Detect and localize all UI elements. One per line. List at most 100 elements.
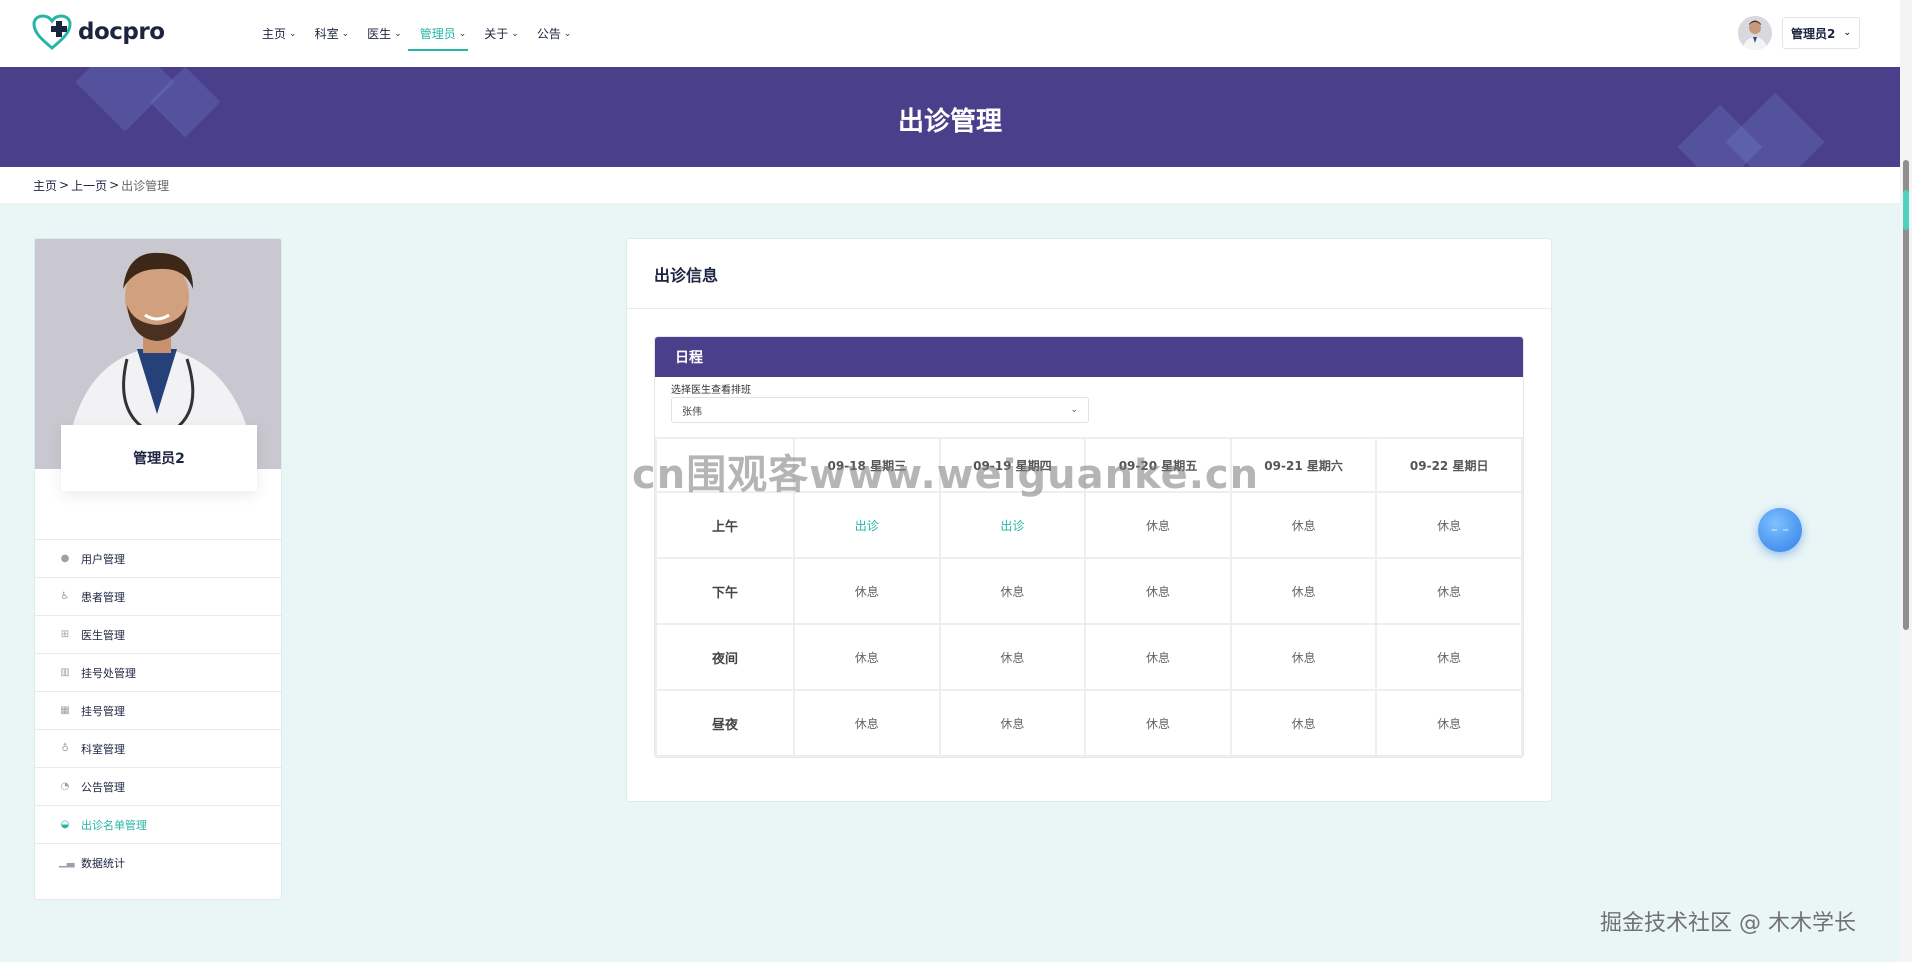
sidebar-item-users[interactable]: ● 用户管理 bbox=[35, 539, 281, 577]
schedule-cell[interactable]: 休息 bbox=[793, 689, 941, 757]
medical-plus-icon: ⊞ bbox=[60, 629, 70, 640]
schedule-cell[interactable]: 休息 bbox=[793, 623, 941, 691]
schedule-row: 昼夜 休息 休息 休息 休息 休息 bbox=[655, 689, 1523, 757]
schedule-corner-cell bbox=[655, 437, 795, 493]
schedule-cell[interactable]: 出诊 bbox=[793, 491, 941, 559]
schedule-date-header: 09-19 星期四 bbox=[938, 437, 1087, 493]
chevron-down-icon: ⌄ bbox=[458, 29, 467, 39]
brand-name: docpro bbox=[78, 19, 165, 45]
schedule-cell[interactable]: 休息 bbox=[1375, 689, 1523, 757]
visit-info-card: 出诊信息 日程 选择医生查看排班 张伟 ⌄ 09-18 星期三 09-19 星期四… bbox=[626, 238, 1552, 802]
breadcrumb-separator: > bbox=[109, 178, 120, 192]
schedule-cell[interactable]: 休息 bbox=[1375, 557, 1523, 625]
doctor-select-dropdown[interactable]: 张伟 ⌄ bbox=[671, 397, 1089, 423]
nav-item-home[interactable]: 主页 ⌄ bbox=[262, 22, 297, 44]
card-title: 出诊信息 bbox=[627, 239, 1551, 309]
sidebar-item-statistics[interactable]: ▁▃ 数据统计 bbox=[35, 843, 281, 881]
breadcrumb: 主页 > 上一页 > 出诊管理 bbox=[0, 167, 1900, 203]
schedule-cell[interactable]: 休息 bbox=[1084, 689, 1232, 757]
schedule-period-label: 夜间 bbox=[655, 623, 795, 691]
schedule-row: 上午 出诊 出诊 休息 休息 休息 bbox=[655, 491, 1523, 559]
sidebar-item-doctors[interactable]: ⊞ 医生管理 bbox=[35, 615, 281, 653]
schedule-period-label: 下午 bbox=[655, 557, 795, 625]
breadcrumb-separator: > bbox=[59, 178, 70, 192]
nav-item-announcements[interactable]: 公告 ⌄ bbox=[537, 22, 572, 44]
sidebar-item-registration-desks[interactable]: ▥ 挂号处管理 bbox=[35, 653, 281, 691]
schedule-row: 下午 休息 休息 休息 休息 休息 bbox=[655, 557, 1523, 625]
stethoscope-icon: ♁ bbox=[61, 743, 69, 754]
schedule-cell[interactable]: 休息 bbox=[1229, 557, 1378, 625]
schedule-date-header: 09-22 星期日 bbox=[1375, 437, 1523, 493]
nav-item-about[interactable]: 关于 ⌄ bbox=[484, 22, 519, 44]
chevron-down-icon: ⌄ bbox=[1070, 405, 1078, 415]
breadcrumb-back[interactable]: 上一页 bbox=[71, 177, 107, 194]
schedule-panel: 日程 选择医生查看排班 张伟 ⌄ 09-18 星期三 09-19 星期四 09-20… bbox=[654, 336, 1524, 758]
heart-cross-logo-icon bbox=[32, 14, 72, 50]
schedule-date-header: 09-20 星期五 bbox=[1084, 437, 1232, 493]
top-navigation-bar: docpro 主页 ⌄ 科室 ⌄ 医生 ⌄ 管理员 ⌄ 关于 ⌄ 公告 ⌄ 管理… bbox=[0, 0, 1900, 67]
calendar-icon: ▦ bbox=[60, 705, 70, 716]
sidebar-item-announcements[interactable]: ◔ 公告管理 bbox=[35, 767, 281, 805]
chevron-down-icon: ⌄ bbox=[394, 29, 402, 39]
chevron-down-icon: ⌄ bbox=[511, 29, 519, 39]
scrollbar-thumb[interactable] bbox=[1903, 160, 1909, 630]
schedule-cell[interactable]: 休息 bbox=[1229, 623, 1378, 691]
building-icon: ▥ bbox=[60, 667, 70, 678]
schedule-header: 日程 bbox=[655, 337, 1523, 377]
schedule-cell[interactable]: 休息 bbox=[938, 623, 1087, 691]
breadcrumb-home[interactable]: 主页 bbox=[33, 177, 57, 194]
chevron-down-icon: ⌄ bbox=[563, 29, 572, 39]
schedule-cell[interactable]: 休息 bbox=[793, 557, 941, 625]
user-avatar[interactable] bbox=[1738, 16, 1772, 50]
nav-item-departments[interactable]: 科室 ⌄ bbox=[315, 22, 350, 44]
schedule-row: 夜间 休息 休息 休息 休息 休息 bbox=[655, 623, 1523, 691]
pills-icon: ◒ bbox=[60, 819, 70, 830]
nav-item-admin[interactable]: 管理员 ⌄ bbox=[407, 22, 468, 51]
megaphone-icon: ◔ bbox=[60, 781, 70, 792]
schedule-cell[interactable]: 休息 bbox=[1375, 623, 1523, 691]
schedule-header-row: 09-18 星期三 09-19 星期四 09-20 星期五 09-21 星期六 09-2… bbox=[655, 437, 1523, 493]
page-banner: 出诊管理 bbox=[0, 67, 1900, 167]
breadcrumb-current: 出诊管理 bbox=[121, 178, 170, 193]
profile-name: 管理员2 bbox=[61, 425, 257, 491]
schedule-period-label: 上午 bbox=[655, 491, 795, 559]
schedule-date-header: 09-18 星期三 bbox=[793, 437, 941, 493]
schedule-table: 09-18 星期三 09-19 星期四 09-20 星期五 09-21 星期六 09-2… bbox=[655, 437, 1523, 757]
schedule-cell[interactable]: 休息 bbox=[1375, 491, 1523, 559]
schedule-cell[interactable]: 休息 bbox=[1229, 689, 1378, 757]
user-menu-dropdown[interactable]: 管理员2 ⌄ bbox=[1782, 17, 1860, 49]
chevron-down-icon: ⌄ bbox=[1843, 28, 1851, 38]
schedule-cell[interactable]: 休息 bbox=[1084, 557, 1232, 625]
sidebar-item-registrations[interactable]: ▦ 挂号管理 bbox=[35, 691, 281, 729]
profile-sidebar: 管理员2 ● 用户管理 ♿ 患者管理 ⊞ 医生管理 ▥ 挂号处管理 ▦ 挂号管理… bbox=[34, 238, 282, 900]
sidebar-item-visit-schedule[interactable]: ◒ 出诊名单管理 bbox=[35, 805, 281, 843]
sidebar-menu: ● 用户管理 ♿ 患者管理 ⊞ 医生管理 ▥ 挂号处管理 ▦ 挂号管理 ♁ 科室… bbox=[35, 539, 281, 881]
doctor-avatar-icon bbox=[1738, 16, 1772, 50]
chevron-down-icon: ⌄ bbox=[341, 29, 350, 39]
watermark-corner: 掘金技术社区 @ 木木学长 bbox=[1600, 911, 1856, 936]
docpro-logo[interactable]: docpro bbox=[32, 14, 165, 50]
schedule-cell[interactable]: 休息 bbox=[1084, 623, 1232, 691]
user-area: 管理员2 ⌄ bbox=[1738, 16, 1860, 50]
page-title: 出诊管理 bbox=[897, 107, 1002, 137]
schedule-date-header: 09-21 星期六 bbox=[1229, 437, 1378, 493]
main-nav: 主页 ⌄ 科室 ⌄ 医生 ⌄ 管理员 ⌄ 关于 ⌄ 公告 ⌄ bbox=[262, 22, 572, 51]
schedule-period-label: 昼夜 bbox=[655, 689, 795, 757]
schedule-cell[interactable]: 休息 bbox=[938, 689, 1087, 757]
wheelchair-icon: ♿ bbox=[60, 591, 70, 602]
floating-action-button[interactable]: – – bbox=[1758, 508, 1802, 552]
user-icon: ● bbox=[60, 553, 70, 564]
dash-icon: – – bbox=[1770, 522, 1790, 538]
sidebar-item-patients[interactable]: ♿ 患者管理 bbox=[35, 577, 281, 615]
doctor-select-label: 选择医生查看排班 bbox=[671, 385, 751, 396]
sidebar-item-departments[interactable]: ♁ 科室管理 bbox=[35, 729, 281, 767]
schedule-cell[interactable]: 出诊 bbox=[938, 491, 1087, 559]
chart-icon: ▁▃ bbox=[59, 857, 75, 868]
chevron-down-icon: ⌄ bbox=[289, 29, 297, 39]
nav-item-doctors[interactable]: 医生 ⌄ bbox=[367, 22, 402, 44]
schedule-cell[interactable]: 休息 bbox=[1229, 491, 1378, 559]
scrollbar-accent bbox=[1903, 190, 1909, 230]
schedule-cell[interactable]: 休息 bbox=[938, 557, 1087, 625]
schedule-cell[interactable]: 休息 bbox=[1084, 491, 1232, 559]
page-scrollbar[interactable] bbox=[1900, 0, 1912, 962]
